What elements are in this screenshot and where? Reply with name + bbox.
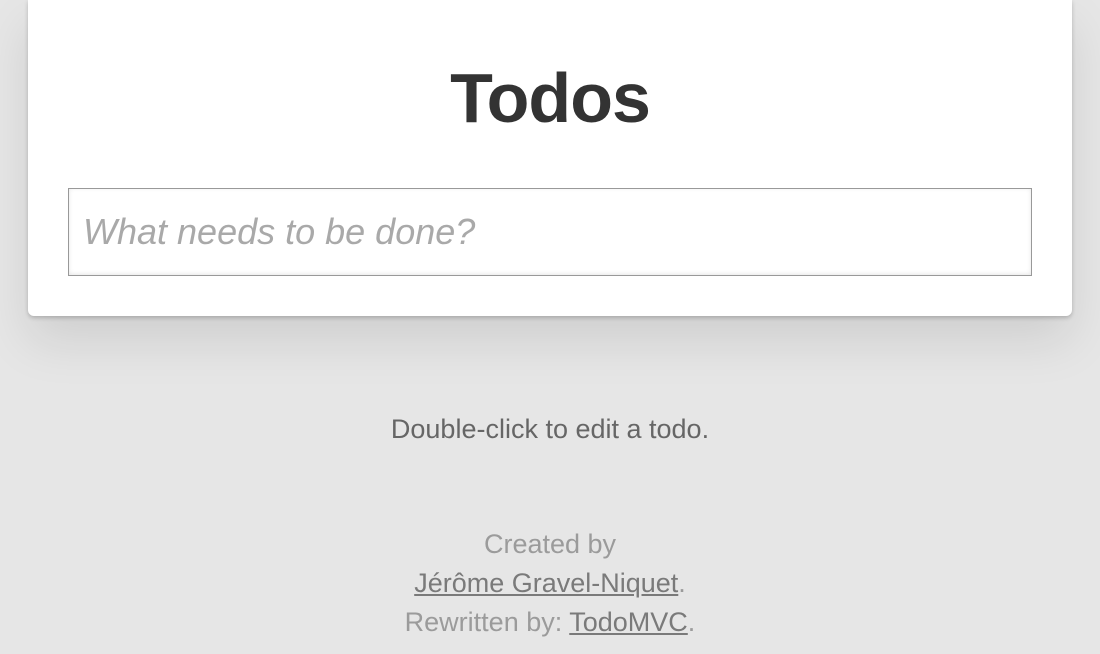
todo-app: Todos <box>28 0 1072 316</box>
edit-hint: Double-click to edit a todo. <box>0 414 1100 445</box>
rewritten-line: Rewritten by: TodoMVC. <box>0 603 1100 642</box>
author-link[interactable]: Jérôme Gravel-Niquet <box>414 568 678 598</box>
rewritten-by-label: Rewritten by: <box>405 607 570 637</box>
rewriter-suffix: . <box>688 607 696 637</box>
credits: Created by Jérôme Gravel-Niquet. Rewritt… <box>0 525 1100 642</box>
author-line: Jérôme Gravel-Niquet. <box>0 564 1100 603</box>
created-by-line: Created by <box>0 525 1100 564</box>
new-todo-input[interactable] <box>68 188 1032 276</box>
new-todo-container <box>28 188 1072 276</box>
rewriter-link[interactable]: TodoMVC <box>569 607 688 637</box>
page-title: Todos <box>28 0 1072 188</box>
created-by-label: Created by <box>484 529 616 559</box>
author-suffix: . <box>678 568 686 598</box>
info-footer: Double-click to edit a todo. Created by … <box>0 414 1100 642</box>
